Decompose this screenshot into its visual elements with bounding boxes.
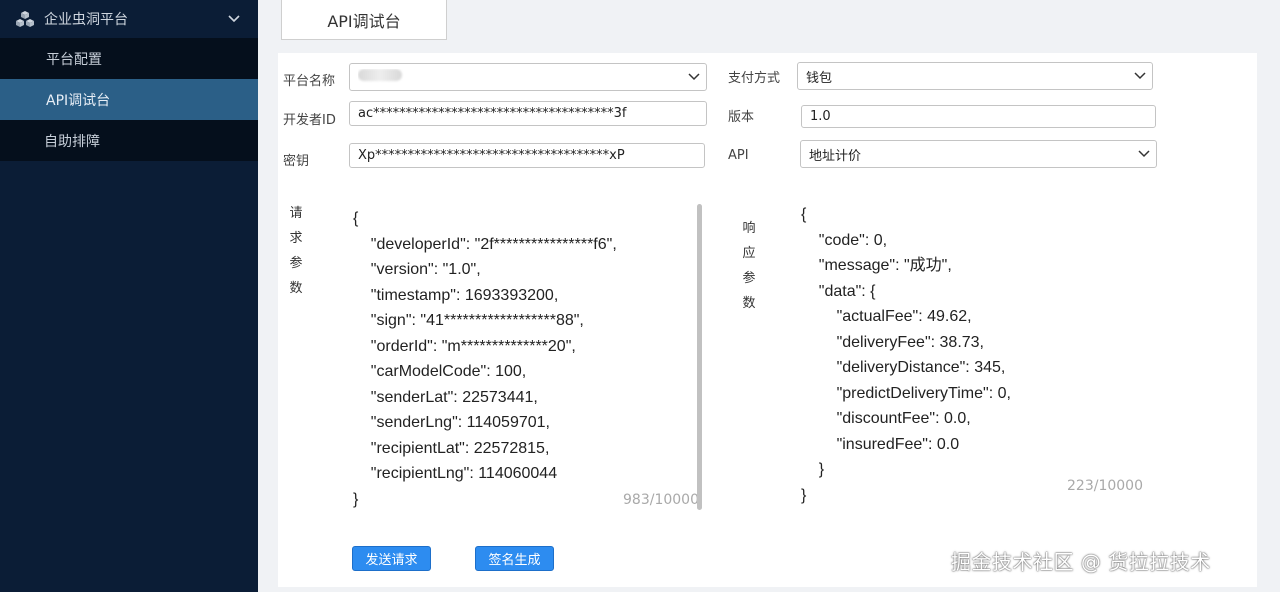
request-label-char: 参 bbox=[289, 256, 303, 271]
payment-method-label: 支付方式 bbox=[728, 71, 781, 86]
request-body-text: { "developerId": "2f****************f6",… bbox=[353, 210, 617, 508]
sidebar-item-label: API调试台 bbox=[46, 92, 111, 109]
request-params-textarea[interactable]: { "developerId": "2f****************f6",… bbox=[348, 201, 704, 513]
sidebar-item-platform-config[interactable]: 平台配置 bbox=[0, 38, 258, 79]
chevron-down-icon bbox=[1128, 72, 1152, 80]
api-select[interactable]: 地址计价 bbox=[800, 140, 1157, 168]
response-params-label: 响 应 参 数 bbox=[741, 216, 757, 316]
send-request-button-label: 发送请求 bbox=[365, 553, 418, 568]
response-label-char: 参 bbox=[742, 271, 756, 286]
api-value: 地址计价 bbox=[809, 148, 862, 164]
developer-id-input[interactable]: ac*************************************3… bbox=[349, 101, 707, 126]
platform-name-value bbox=[358, 69, 682, 85]
tab-label: API调试台 bbox=[327, 11, 401, 31]
payment-method-value: 钱包 bbox=[806, 70, 833, 86]
sidebar-header[interactable]: 企业虫洞平台 bbox=[0, 0, 258, 38]
response-label-char: 应 bbox=[742, 246, 756, 261]
request-params-label: 请 求 参 数 bbox=[288, 201, 304, 301]
secret-key-label: 密钥 bbox=[283, 154, 310, 169]
chevron-down-icon[interactable] bbox=[228, 12, 240, 26]
payment-method-select[interactable]: 钱包 bbox=[797, 62, 1153, 90]
sidebar-item-label: 自助排障 bbox=[44, 133, 100, 150]
version-label: 版本 bbox=[728, 110, 755, 125]
request-char-counter: 983/10000 bbox=[623, 492, 699, 508]
response-label-char: 响 bbox=[742, 221, 756, 236]
generate-signature-button[interactable]: 签名生成 bbox=[475, 546, 554, 571]
sidebar-item-label: 平台配置 bbox=[46, 51, 102, 68]
chevron-down-icon bbox=[1132, 150, 1156, 158]
main-panel: 平台名称 支付方式 钱包 开发者ID ac*******************… bbox=[278, 53, 1257, 587]
blurred-value bbox=[358, 69, 402, 81]
response-body-text: { "code": 0, "message": "成功", "data": { … bbox=[801, 206, 1011, 504]
platform-name-select[interactable] bbox=[349, 63, 707, 91]
developer-id-label: 开发者ID bbox=[283, 113, 336, 128]
developer-id-value: ac*************************************3… bbox=[358, 106, 627, 121]
request-label-char: 请 bbox=[289, 206, 303, 221]
secret-key-input[interactable]: Xp************************************xP bbox=[349, 143, 705, 168]
sidebar-item-self-troubleshoot[interactable]: 自助排障 bbox=[0, 120, 258, 161]
platform-name-label: 平台名称 bbox=[283, 74, 336, 89]
sidebar: 企业虫洞平台 平台配置 API调试台 自助排障 bbox=[0, 0, 258, 592]
watermark: 掘金技术社区 @ 货拉拉技术 bbox=[951, 550, 1211, 574]
version-input[interactable]: 1.0 bbox=[801, 105, 1156, 128]
request-label-char: 数 bbox=[289, 281, 303, 296]
cubes-logo-icon bbox=[14, 9, 36, 29]
generate-signature-button-label: 签名生成 bbox=[488, 553, 541, 568]
secret-key-value: Xp************************************xP bbox=[358, 148, 625, 163]
request-label-char: 求 bbox=[289, 231, 303, 246]
tab-api-console[interactable]: API调试台 bbox=[281, 0, 447, 40]
response-label-char: 数 bbox=[742, 296, 756, 311]
sidebar-item-api-console[interactable]: API调试台 bbox=[0, 79, 258, 120]
api-label: API bbox=[728, 148, 749, 163]
request-scrollbar[interactable] bbox=[697, 204, 702, 510]
version-value: 1.0 bbox=[810, 109, 831, 124]
sidebar-title: 企业虫洞平台 bbox=[44, 12, 128, 28]
response-params-textarea[interactable]: { "code": 0, "message": "成功", "data": { … bbox=[796, 199, 1156, 504]
response-char-counter: 223/10000 bbox=[1067, 478, 1143, 494]
send-request-button[interactable]: 发送请求 bbox=[352, 546, 431, 571]
chevron-down-icon bbox=[682, 73, 706, 81]
